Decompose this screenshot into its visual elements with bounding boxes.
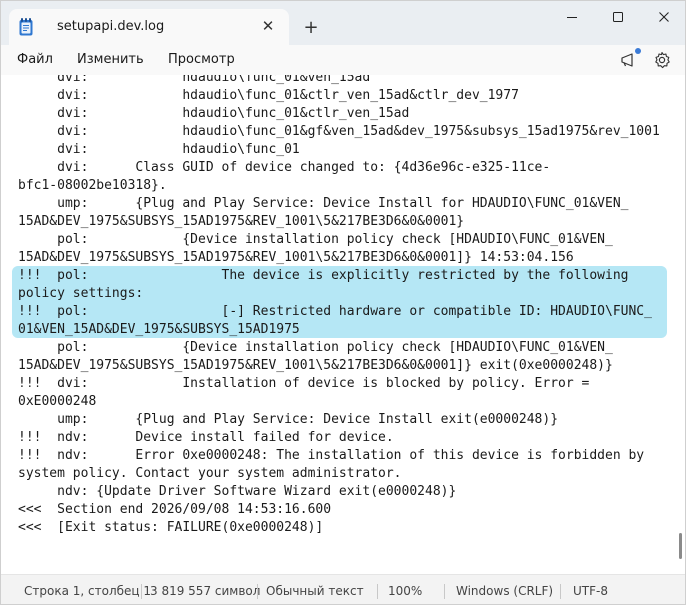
minimize-icon	[567, 17, 577, 18]
title-bar: setupapi.dev.log ✕ +	[1, 1, 685, 45]
notepad-icon	[19, 18, 33, 36]
log-line: pol: {Device installation policy check […	[18, 232, 613, 247]
log-line: ump: {Plug and Play Service: Device Inst…	[18, 412, 559, 427]
maximize-button[interactable]	[595, 1, 641, 33]
log-line: bfc1-08002be10318}.	[18, 178, 167, 193]
log-line: 01&VEN_15AD&DEV_1975&SUBSYS_15AD1975	[18, 322, 300, 337]
log-line: system policy. Contact your system admin…	[18, 466, 402, 481]
log-line: dvi: hdaudio\func_01	[18, 142, 300, 157]
log-line: !!! pol: [-] Restricted hardware or comp…	[18, 304, 652, 319]
character-count: 3 819 557 символ	[150, 584, 261, 598]
encoding[interactable]: UTF-8	[573, 584, 608, 598]
tab-title: setupapi.dev.log	[57, 19, 165, 34]
status-divider	[377, 584, 378, 599]
vertical-scrollbar[interactable]	[679, 533, 682, 559]
cursor-position[interactable]: Строка 1, столбец 1	[24, 584, 151, 598]
close-window-button[interactable]	[641, 1, 685, 33]
new-tab-button[interactable]: +	[301, 18, 321, 38]
log-line: 15AD&DEV_1975&SUBSYS_15AD1975&REV_1001\5…	[18, 214, 465, 229]
log-line: !!! ndv: Error 0xe0000248: The installat…	[18, 448, 645, 463]
minimize-button[interactable]	[549, 1, 595, 33]
tab-setupapi-log[interactable]: setupapi.dev.log ✕	[9, 9, 289, 45]
log-line: !!! ndv: Device install failed for devic…	[18, 430, 394, 445]
zoom-level[interactable]: 100%	[388, 584, 422, 598]
text-format: Обычный текст	[266, 584, 364, 598]
log-line: ump: {Plug and Play Service: Device Inst…	[18, 196, 629, 211]
log-line: pol: {Device installation policy check […	[18, 340, 613, 355]
status-divider	[257, 584, 258, 599]
tab-close-icon[interactable]: ✕	[259, 17, 277, 35]
log-line: <<< [Exit status: FAILURE(0xe0000248)]	[18, 520, 324, 535]
log-line: dvi: hdaudio\func_01&ven_15ad	[18, 75, 371, 85]
log-line: 0xE0000248	[18, 394, 97, 409]
gear-icon[interactable]	[652, 50, 672, 70]
text-editor[interactable]: dvi: hdaudio\func_01&ven_15ad dvi: hdaud…	[1, 75, 685, 574]
log-line: dvi: hdaudio\func_01&ctlr_ven_15ad	[18, 106, 410, 121]
log-line: !!! pol: The device is explicitly restri…	[18, 268, 629, 283]
log-line: dvi: hdaudio\func_01&gf&ven_15ad&dev_197…	[18, 124, 660, 139]
menu-view[interactable]: Просмотр	[168, 52, 235, 67]
status-bar: Строка 1, столбец 1 3 819 557 символ Обы…	[1, 574, 685, 604]
log-line: ndv: {Update Driver Software Wizard exit…	[18, 484, 457, 499]
status-divider	[444, 584, 445, 599]
log-line: dvi: Class GUID of device changed to: {4…	[18, 160, 551, 175]
menu-bar: Файл Изменить Просмотр	[1, 45, 685, 75]
log-line: 15AD&DEV_1975&SUBSYS_15AD1975&REV_1001\5…	[18, 358, 613, 373]
menu-edit[interactable]: Изменить	[77, 52, 144, 67]
log-line: dvi: hdaudio\func_01&ctlr_ven_15ad&ctlr_…	[18, 88, 519, 103]
close-icon	[659, 12, 669, 22]
notification-dot	[635, 48, 641, 54]
maximize-icon	[613, 12, 623, 22]
log-line: 15AD&DEV_1975&SUBSYS_15AD1975&REV_1001\5…	[18, 250, 574, 265]
log-line: !!! dvi: Installation of device is block…	[18, 376, 590, 391]
notepad-window: setupapi.dev.log ✕ + Файл Изменить Просм…	[0, 0, 686, 605]
log-line: policy settings:	[18, 286, 144, 301]
line-ending[interactable]: Windows (CRLF)	[456, 584, 553, 598]
menu-file[interactable]: Файл	[17, 52, 53, 67]
status-divider	[560, 584, 561, 599]
status-divider	[141, 584, 142, 599]
log-line: <<< Section end 2026/09/08 14:53:16.600	[18, 502, 332, 517]
